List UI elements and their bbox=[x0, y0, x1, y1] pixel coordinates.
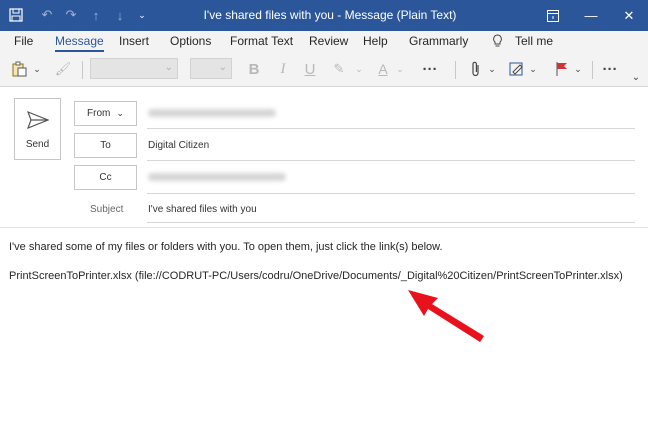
separator bbox=[592, 61, 593, 79]
font-color-icon[interactable]: A bbox=[374, 59, 392, 79]
divider bbox=[147, 193, 635, 194]
subject-label: Subject bbox=[90, 204, 124, 215]
more-format-button[interactable]: ··· bbox=[418, 59, 442, 79]
tell-me-search[interactable]: Tell me bbox=[515, 34, 553, 48]
minimize-button[interactable]: — bbox=[572, 0, 610, 31]
tab-file[interactable]: File bbox=[14, 34, 33, 48]
tab-format-text[interactable]: Format Text bbox=[230, 34, 293, 48]
more-options-button[interactable]: ··· bbox=[598, 59, 622, 79]
tab-help[interactable]: Help bbox=[363, 34, 388, 48]
attach-icon[interactable] bbox=[468, 59, 484, 79]
window-title: I've shared files with you - Message (Pl… bbox=[203, 8, 457, 22]
chevron-down-icon: ⌄ bbox=[164, 62, 173, 73]
lightbulb-icon[interactable] bbox=[492, 34, 503, 51]
font-color-dropdown-icon[interactable]: ⌄ bbox=[395, 59, 405, 79]
bold-button[interactable]: B bbox=[246, 59, 262, 79]
undo-icon[interactable]: ↶ bbox=[39, 7, 55, 23]
customize-icon[interactable]: ⌄ bbox=[134, 7, 150, 23]
signature-dropdown-icon[interactable]: ⌄ bbox=[528, 59, 538, 79]
down-arrow-icon[interactable]: ↓ bbox=[112, 7, 128, 23]
send-label: Send bbox=[25, 139, 50, 150]
up-arrow-icon[interactable]: ↑ bbox=[88, 7, 104, 23]
ribbon-display-icon[interactable] bbox=[534, 0, 572, 31]
from-button[interactable]: From ⌄ bbox=[74, 101, 137, 126]
separator bbox=[455, 61, 456, 79]
collapse-ribbon-icon[interactable]: ⌄ bbox=[630, 67, 642, 87]
flag-dropdown-icon[interactable]: ⌄ bbox=[573, 59, 583, 79]
send-icon bbox=[26, 110, 50, 132]
font-size-combo[interactable]: ⌄ bbox=[190, 58, 232, 79]
from-label: From bbox=[87, 108, 111, 119]
attach-dropdown-icon[interactable]: ⌄ bbox=[487, 59, 497, 79]
message-body-line[interactable]: I've shared some of my files or folders … bbox=[9, 241, 443, 253]
divider bbox=[147, 128, 635, 129]
file-link[interactable]: PrintScreenToPrinter.xlsx (file://CODRUT… bbox=[9, 270, 623, 282]
ribbon-toolbar: ⌄ 🖌 ⌄ ⌄ B I U ✎ ⌄ A ⌄ ··· ⌄ ⌄ ⌄ ··· ⌄ bbox=[0, 53, 648, 87]
underline-button[interactable]: U bbox=[302, 59, 318, 79]
flag-icon[interactable] bbox=[553, 59, 571, 79]
from-address-blurred bbox=[148, 109, 276, 117]
separator bbox=[82, 61, 83, 79]
chevron-down-icon: ⌄ bbox=[218, 62, 227, 73]
to-field[interactable]: Digital Citizen bbox=[148, 140, 209, 151]
cc-button[interactable]: Cc bbox=[74, 165, 137, 190]
title-bar: ↶ ↷ ↑ ↓ ⌄ I've shared files with you - M… bbox=[0, 0, 648, 31]
chevron-down-icon: ⌄ bbox=[116, 108, 124, 118]
highlight-icon[interactable]: ✎ bbox=[330, 59, 348, 79]
tab-options[interactable]: Options bbox=[170, 34, 211, 48]
to-button[interactable]: To bbox=[74, 133, 137, 158]
divider bbox=[147, 222, 635, 223]
ribbon-tabs: File Message Insert Options Format Text … bbox=[0, 31, 648, 53]
save-icon[interactable] bbox=[8, 7, 24, 23]
tab-grammarly[interactable]: Grammarly bbox=[409, 34, 468, 48]
send-button[interactable]: Send bbox=[14, 98, 61, 160]
font-name-combo[interactable]: ⌄ bbox=[90, 58, 178, 79]
signature-icon[interactable] bbox=[508, 59, 526, 79]
format-painter-icon[interactable]: 🖌 bbox=[54, 59, 72, 79]
cc-address-blurred bbox=[148, 173, 286, 181]
highlight-dropdown-icon[interactable]: ⌄ bbox=[354, 59, 364, 79]
annotation-arrow-icon bbox=[408, 290, 484, 342]
header-body-divider bbox=[0, 227, 648, 228]
subject-field[interactable]: I've shared files with you bbox=[148, 204, 257, 215]
redo-icon[interactable]: ↷ bbox=[63, 7, 79, 23]
divider bbox=[147, 160, 635, 161]
tab-insert[interactable]: Insert bbox=[119, 34, 149, 48]
tab-review[interactable]: Review bbox=[309, 34, 348, 48]
tab-message[interactable]: Message bbox=[55, 34, 104, 52]
italic-button[interactable]: I bbox=[276, 59, 290, 79]
close-button[interactable]: ✕ bbox=[610, 0, 648, 31]
paste-icon[interactable] bbox=[10, 59, 28, 79]
paste-dropdown-icon[interactable]: ⌄ bbox=[32, 59, 42, 79]
